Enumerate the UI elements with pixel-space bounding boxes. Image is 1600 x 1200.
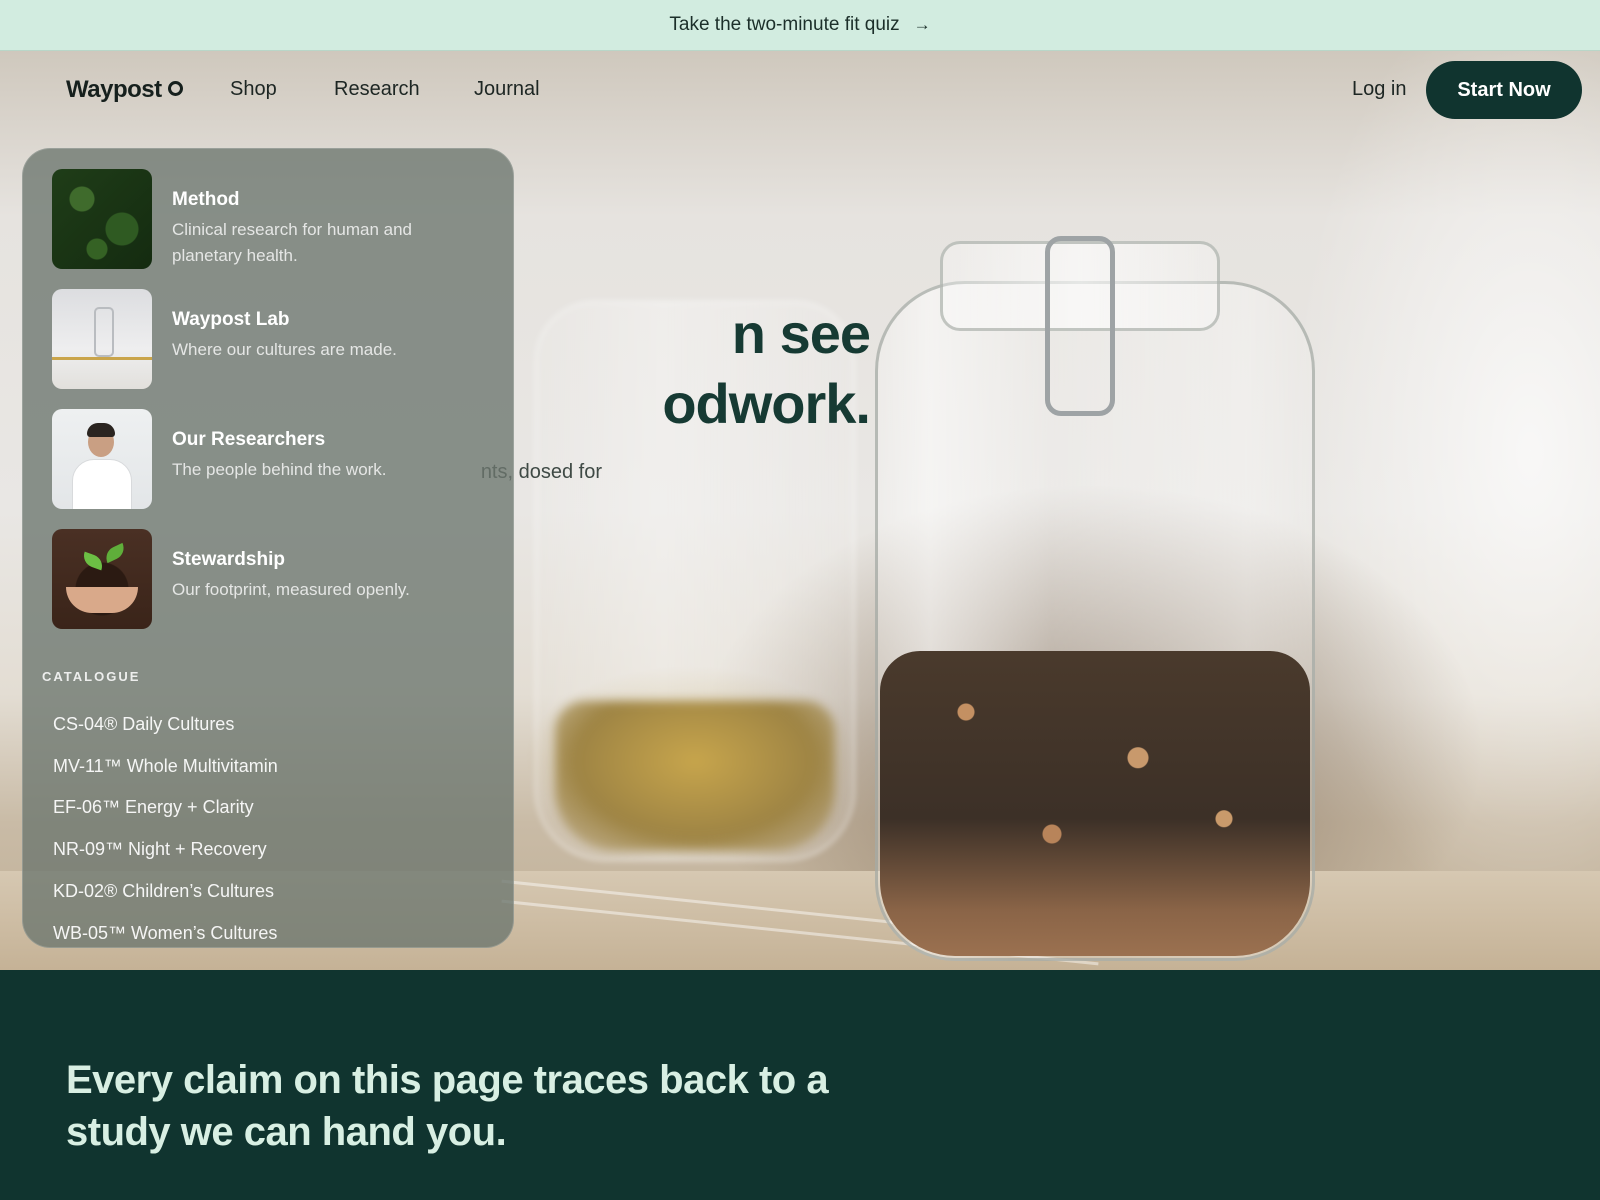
menu-item-description: Clinical research for human and planetar… <box>172 220 413 265</box>
logo-wordmark: Waypost <box>66 76 162 103</box>
announcement-bar[interactable]: Take the two-minute fit quiz → <box>0 0 1600 51</box>
menu-item-title: Stewardship <box>172 549 285 570</box>
login-link[interactable]: Log in <box>1352 78 1407 101</box>
catalogue-item[interactable]: EF-06™ Energy + Clarity <box>53 797 254 818</box>
researcher-thumbnail <box>52 409 152 509</box>
catalogue-item[interactable]: MV-11™ Whole Multivitamin <box>53 756 278 777</box>
arrow-right-icon: → <box>913 15 931 34</box>
main-nav: Waypost Shop Research Journal Log in Sta… <box>0 51 1600 129</box>
nav-link-shop[interactable]: Shop <box>230 78 277 101</box>
menu-item-title: Waypost Lab <box>172 309 290 330</box>
announcement-text[interactable]: Take the two-minute fit quiz <box>669 14 899 36</box>
catalogue-item[interactable]: NR-09™ Night + Recovery <box>53 839 267 860</box>
catalogue-item[interactable]: KD-02® Children’s Cultures <box>53 881 274 902</box>
seedling-thumbnail <box>52 529 152 629</box>
lab-thumbnail <box>52 289 152 389</box>
moss-thumbnail <box>52 169 152 269</box>
jar-tea-contents <box>880 651 1310 956</box>
claims-heading: Every claim on this page traces back to … <box>66 1058 829 1154</box>
catalogue-item[interactable]: WB-05™ Women’s Cultures <box>53 923 277 944</box>
catalogue-heading: CATALOGUE <box>42 669 141 684</box>
menu-item-method[interactable]: Method Clinical research for human and p… <box>52 169 492 269</box>
logo[interactable]: Waypost <box>66 76 183 104</box>
menu-item-waypost-lab[interactable]: Waypost Lab Where our cultures are made. <box>52 289 492 389</box>
background-jar-contents <box>555 701 835 851</box>
menu-item-title: Our Researchers <box>172 429 326 450</box>
menu-item-description: Our footprint, measured openly. <box>172 580 410 599</box>
menu-item-title: Method <box>172 189 240 210</box>
claims-section: Every claim on this page traces back to … <box>0 970 1600 1200</box>
menu-item-our-researchers[interactable]: Our Researchers The people behind the wo… <box>52 409 492 509</box>
logo-ring-icon <box>167 80 183 96</box>
nav-link-research[interactable]: Research <box>334 78 420 101</box>
menu-item-stewardship[interactable]: Stewardship Our footprint, measured open… <box>52 529 492 629</box>
research-dropdown-menu: Method Clinical research for human and p… <box>22 148 514 948</box>
catalogue-item[interactable]: CS-04® Daily Cultures <box>53 714 234 735</box>
menu-item-description: The people behind the work. <box>172 460 387 479</box>
nav-link-journal[interactable]: Journal <box>474 78 540 101</box>
jar-clasp <box>1045 236 1115 416</box>
menu-item-description: Where our cultures are made. <box>172 340 397 359</box>
start-now-button[interactable]: Start Now <box>1426 61 1582 119</box>
